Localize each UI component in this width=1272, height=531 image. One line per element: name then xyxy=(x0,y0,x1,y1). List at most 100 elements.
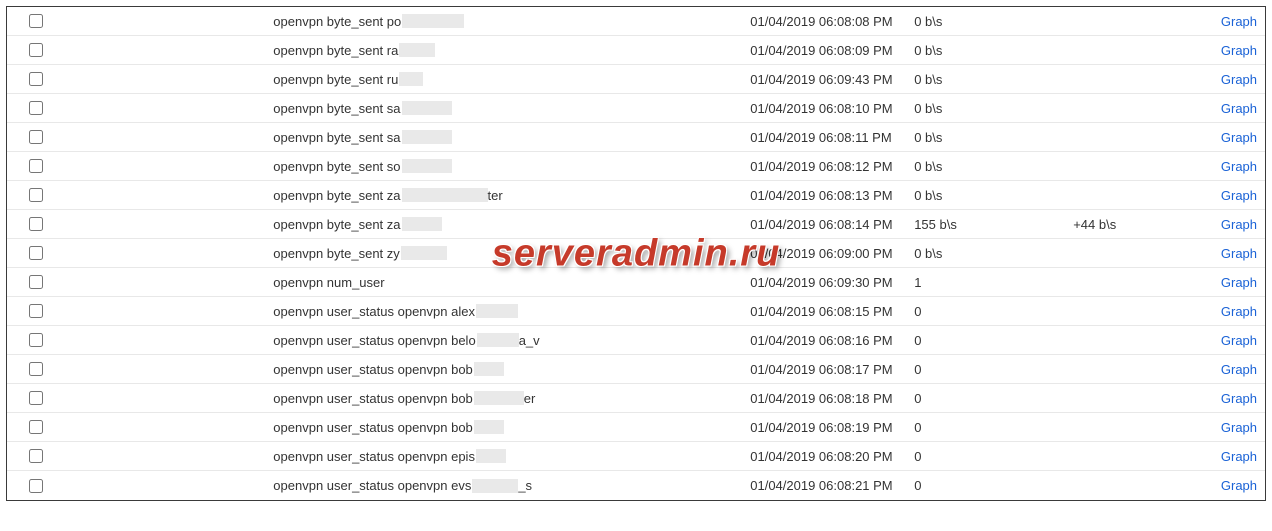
timestamp: 01/04/2019 06:08:15 PM xyxy=(750,304,914,319)
row-checkbox[interactable] xyxy=(29,188,43,202)
timestamp: 01/04/2019 06:08:11 PM xyxy=(750,130,914,145)
metric-value: 0 xyxy=(914,478,1073,493)
table-row: openvpn byte_sent sa01/04/2019 06:08:11 … xyxy=(7,123,1265,152)
timestamp: 01/04/2019 06:08:10 PM xyxy=(750,101,914,116)
metric-name: openvpn byte_sent sa xyxy=(273,130,750,145)
graph-link[interactable]: Graph xyxy=(1221,43,1257,58)
redacted-text xyxy=(477,333,519,347)
row-checkbox[interactable] xyxy=(29,43,43,57)
graph-link[interactable]: Graph xyxy=(1221,246,1257,261)
metric-value: 0 b\s xyxy=(914,43,1073,58)
metric-value: 155 b\s xyxy=(914,217,1073,232)
row-checkbox[interactable] xyxy=(29,72,43,86)
metric-name: openvpn user_status openvpn bober xyxy=(273,391,750,406)
metric-value: 0 b\s xyxy=(914,14,1073,29)
metric-name: openvpn user_status openvpn epis xyxy=(273,449,750,464)
row-checkbox[interactable] xyxy=(29,333,43,347)
row-checkbox[interactable] xyxy=(29,391,43,405)
metric-value: 0 b\s xyxy=(914,72,1073,87)
redacted-text xyxy=(402,217,442,231)
metric-value: 0 b\s xyxy=(914,188,1073,203)
metric-value: 0 xyxy=(914,391,1073,406)
graph-link[interactable]: Graph xyxy=(1221,420,1257,435)
data-table: openvpn byte_sent po01/04/2019 06:08:08 … xyxy=(6,6,1266,501)
timestamp: 01/04/2019 06:08:19 PM xyxy=(750,420,914,435)
graph-link[interactable]: Graph xyxy=(1221,275,1257,290)
row-checkbox[interactable] xyxy=(29,101,43,115)
graph-link[interactable]: Graph xyxy=(1221,101,1257,116)
graph-link[interactable]: Graph xyxy=(1221,478,1257,493)
metric-name: openvpn user_status openvpn bob xyxy=(273,420,750,435)
redacted-text xyxy=(474,420,504,434)
timestamp: 01/04/2019 06:08:12 PM xyxy=(750,159,914,174)
row-checkbox[interactable] xyxy=(29,159,43,173)
metric-value: 1 xyxy=(914,275,1073,290)
graph-link[interactable]: Graph xyxy=(1221,391,1257,406)
row-checkbox[interactable] xyxy=(29,130,43,144)
timestamp: 01/04/2019 06:08:13 PM xyxy=(750,188,914,203)
metric-name: openvpn byte_sent zy xyxy=(273,246,750,261)
table-row: openvpn byte_sent po01/04/2019 06:08:08 … xyxy=(7,7,1265,36)
table-row: openvpn user_status openvpn beloa_v01/04… xyxy=(7,326,1265,355)
table-row: openvpn user_status openvpn evs_s01/04/2… xyxy=(7,471,1265,500)
graph-link[interactable]: Graph xyxy=(1221,217,1257,232)
row-checkbox[interactable] xyxy=(29,420,43,434)
graph-link[interactable]: Graph xyxy=(1221,72,1257,87)
timestamp: 01/04/2019 06:08:16 PM xyxy=(750,333,914,348)
metric-name: openvpn byte_sent po xyxy=(273,14,750,29)
metric-value: 0 b\s xyxy=(914,101,1073,116)
redacted-text xyxy=(474,391,524,405)
metric-value: 0 xyxy=(914,333,1073,348)
graph-link[interactable]: Graph xyxy=(1221,130,1257,145)
metric-name: openvpn user_status openvpn bob xyxy=(273,362,750,377)
timestamp: 01/04/2019 06:08:08 PM xyxy=(750,14,914,29)
row-checkbox[interactable] xyxy=(29,449,43,463)
redacted-text xyxy=(399,72,423,86)
timestamp: 01/04/2019 06:09:00 PM xyxy=(750,246,914,261)
timestamp: 01/04/2019 06:08:09 PM xyxy=(750,43,914,58)
metric-name: openvpn user_status openvpn evs_s xyxy=(273,478,750,493)
row-checkbox[interactable] xyxy=(29,275,43,289)
table-row: openvpn byte_sent zater01/04/2019 06:08:… xyxy=(7,181,1265,210)
table-row: openvpn user_status openvpn bob01/04/201… xyxy=(7,413,1265,442)
graph-link[interactable]: Graph xyxy=(1221,159,1257,174)
table-row: openvpn byte_sent zy01/04/2019 06:09:00 … xyxy=(7,239,1265,268)
metric-name: openvpn user_status openvpn alex xyxy=(273,304,750,319)
redacted-text xyxy=(402,159,452,173)
redacted-text xyxy=(401,246,447,260)
redacted-text xyxy=(472,479,518,493)
redacted-text xyxy=(402,14,464,28)
redacted-text xyxy=(476,449,506,463)
row-checkbox[interactable] xyxy=(29,14,43,28)
row-checkbox[interactable] xyxy=(29,479,43,493)
graph-link[interactable]: Graph xyxy=(1221,333,1257,348)
table-row: openvpn user_status openvpn epis01/04/20… xyxy=(7,442,1265,471)
metric-value: 0 xyxy=(914,304,1073,319)
table-row: openvpn user_status openvpn bob01/04/201… xyxy=(7,355,1265,384)
redacted-text xyxy=(474,362,504,376)
metric-value: 0 b\s xyxy=(914,246,1073,261)
timestamp: 01/04/2019 06:09:43 PM xyxy=(750,72,914,87)
row-checkbox[interactable] xyxy=(29,217,43,231)
row-checkbox[interactable] xyxy=(29,304,43,318)
graph-link[interactable]: Graph xyxy=(1221,449,1257,464)
redacted-text xyxy=(476,304,518,318)
metric-name: openvpn byte_sent za xyxy=(273,217,750,232)
graph-link[interactable]: Graph xyxy=(1221,304,1257,319)
redacted-text xyxy=(402,130,452,144)
metric-value: 0 xyxy=(914,420,1073,435)
table-row: openvpn byte_sent za01/04/2019 06:08:14 … xyxy=(7,210,1265,239)
graph-link[interactable]: Graph xyxy=(1221,14,1257,29)
redacted-text xyxy=(402,188,488,202)
metric-name: openvpn byte_sent sa xyxy=(273,101,750,116)
metric-name: openvpn byte_sent zater xyxy=(273,188,750,203)
timestamp: 01/04/2019 06:09:30 PM xyxy=(750,275,914,290)
graph-link[interactable]: Graph xyxy=(1221,188,1257,203)
metric-value: 0 b\s xyxy=(914,130,1073,145)
metric-name: openvpn byte_sent ra xyxy=(273,43,750,58)
row-checkbox[interactable] xyxy=(29,246,43,260)
row-checkbox[interactable] xyxy=(29,362,43,376)
metric-name: openvpn byte_sent ru xyxy=(273,72,750,87)
graph-link[interactable]: Graph xyxy=(1221,362,1257,377)
metric-value: 0 xyxy=(914,449,1073,464)
